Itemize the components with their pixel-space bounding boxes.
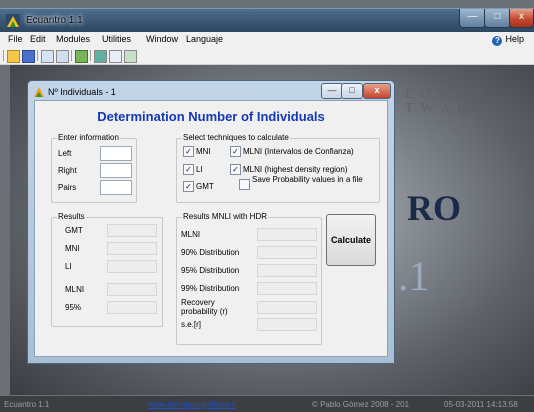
mni-label: MNI [196,147,211,156]
app-icon [6,14,20,28]
li-label: LI [196,165,203,174]
save-probability-label: Save Probability values in a file [252,175,363,184]
hdr-mlni-label: MLNI [181,230,201,239]
open-folder-icon[interactable] [7,50,20,63]
copy-icon[interactable] [56,50,69,63]
window-icon[interactable] [124,50,137,63]
menu-modules[interactable]: Modules [56,34,90,44]
hdr-mlni-field [257,228,317,241]
minimize-button[interactable]: — [459,9,486,28]
li-result-field [107,260,157,273]
mlni-hdr-checkbox[interactable]: ✓ [230,164,241,175]
results-group: Results GMT MNI LI MLNI 95% [51,212,163,327]
title-bar[interactable]: Ecuantro 1.1 — □ x [0,8,534,33]
document-icon[interactable] [109,50,122,63]
mni-checkbox[interactable]: ✓ [183,146,194,157]
background-logo-text: RO [407,188,461,228]
menu-edit[interactable]: Edit [30,34,46,44]
dist99-field [257,282,317,295]
left-label: Left [58,149,72,158]
dist90-label: 90% Distribution [181,248,240,257]
dist99-label: 99% Distribution [181,284,240,293]
website-link[interactable]: www.antropologiafisica.c [148,400,236,409]
form-heading: Determination Number of Individuals [97,109,325,124]
background-brand-line2: T W A R E [405,101,485,116]
chart-icon[interactable] [41,50,54,63]
status-datetime: 05-03-2011 14:13:58 [444,400,518,409]
status-copyright: © Pablo Gómez 2008 - 201 [312,400,410,409]
child-window-title: Nº Individuals - 1 [48,87,116,97]
child-close-button[interactable]: x [363,83,391,99]
group-title: Results MNLI with HDR [182,212,269,221]
form-body: Determination Number of Individuals Ente… [34,100,388,357]
window-app-icon [34,87,44,97]
toolbar-separator [37,50,38,61]
toolbar-grip [3,50,4,61]
enter-information-group: Enter information Left Right Pairs [51,133,137,203]
group-title: Select techniques to calculate [182,133,290,142]
results-hdr-group: Results MNLI with HDR MLNI 90% Distribut… [176,212,322,345]
refresh-icon[interactable] [94,50,107,63]
close-button[interactable]: x [509,9,534,28]
group-title: Results [57,212,86,221]
mlni-intervalos-checkbox[interactable]: ✓ [230,146,241,157]
mlni-hdr-label: MLNI (highest density region) [243,165,348,174]
status-bar: Ecuantro 1.1 www.antropologiafisica.c © … [0,396,534,412]
ci95-result-label: 95% [65,303,82,312]
save-probability-checkbox[interactable] [239,179,250,190]
dist90-field [257,246,317,259]
techniques-group: Select techniques to calculate ✓ MNI ✓ L… [176,133,380,203]
help-icon: ? [492,36,503,46]
toolbar [0,47,534,65]
background-version-text: .1 [398,254,430,300]
menu-bar: File Edit Modules Utilities Window Langu… [0,32,534,47]
mni-result-label: MNI [65,244,80,253]
recovery-probability-label: Recovery probability (r) [181,298,228,316]
menu-window[interactable]: Window [146,34,178,44]
group-title: Enter information [57,133,120,142]
li-result-label: LI [65,262,72,271]
toolbar-separator [71,50,72,61]
recovery-probability-field [257,301,317,314]
application-window: Ecuantro 1.1 — □ x File Edit Modules Uti… [0,0,534,412]
dist95-field [257,264,317,277]
right-label: Right [58,166,77,175]
ci95-result-field [107,301,157,314]
se-r-label: s.e.[r] [181,320,202,329]
gmt-label: GMT [196,182,214,191]
menu-file[interactable]: File [8,34,23,44]
status-app-name: Ecuantro 1.1 [4,400,50,409]
mlni-intervalos-label: MLNI (Intervalos de Confianza) [243,147,354,156]
menu-help[interactable]: ? Help [492,34,524,46]
gmt-result-label: GMT [65,226,83,235]
mlni-result-label: MLNI [65,285,85,294]
calculate-button[interactable]: Calculate [326,214,376,266]
pairs-input[interactable] [100,180,132,195]
right-input[interactable] [100,163,132,178]
li-checkbox[interactable]: ✓ [183,164,194,175]
window-title: Ecuantro 1.1 [26,15,83,26]
table-icon[interactable] [75,50,88,63]
maximize-button[interactable]: □ [484,9,511,28]
pairs-label: Pairs [58,183,77,192]
menu-utilities[interactable]: Utilities [102,34,131,44]
gmt-checkbox[interactable]: ✓ [183,181,194,192]
save-icon[interactable] [22,50,35,63]
dist95-label: 95% Distribution [181,266,240,275]
individuals-window: Nº Individuals - 1 — □ x Determination N… [27,80,395,364]
help-label: Help [505,34,524,44]
child-maximize-button[interactable]: □ [341,83,363,99]
child-minimize-button[interactable]: — [321,83,343,99]
mlni-result-field [107,283,157,296]
gmt-result-field [107,224,157,237]
toolbar-separator [90,50,91,61]
left-input[interactable] [100,146,132,161]
menu-languaje[interactable]: Languaje [186,34,223,44]
se-r-field [257,318,317,331]
mni-result-field [107,242,157,255]
